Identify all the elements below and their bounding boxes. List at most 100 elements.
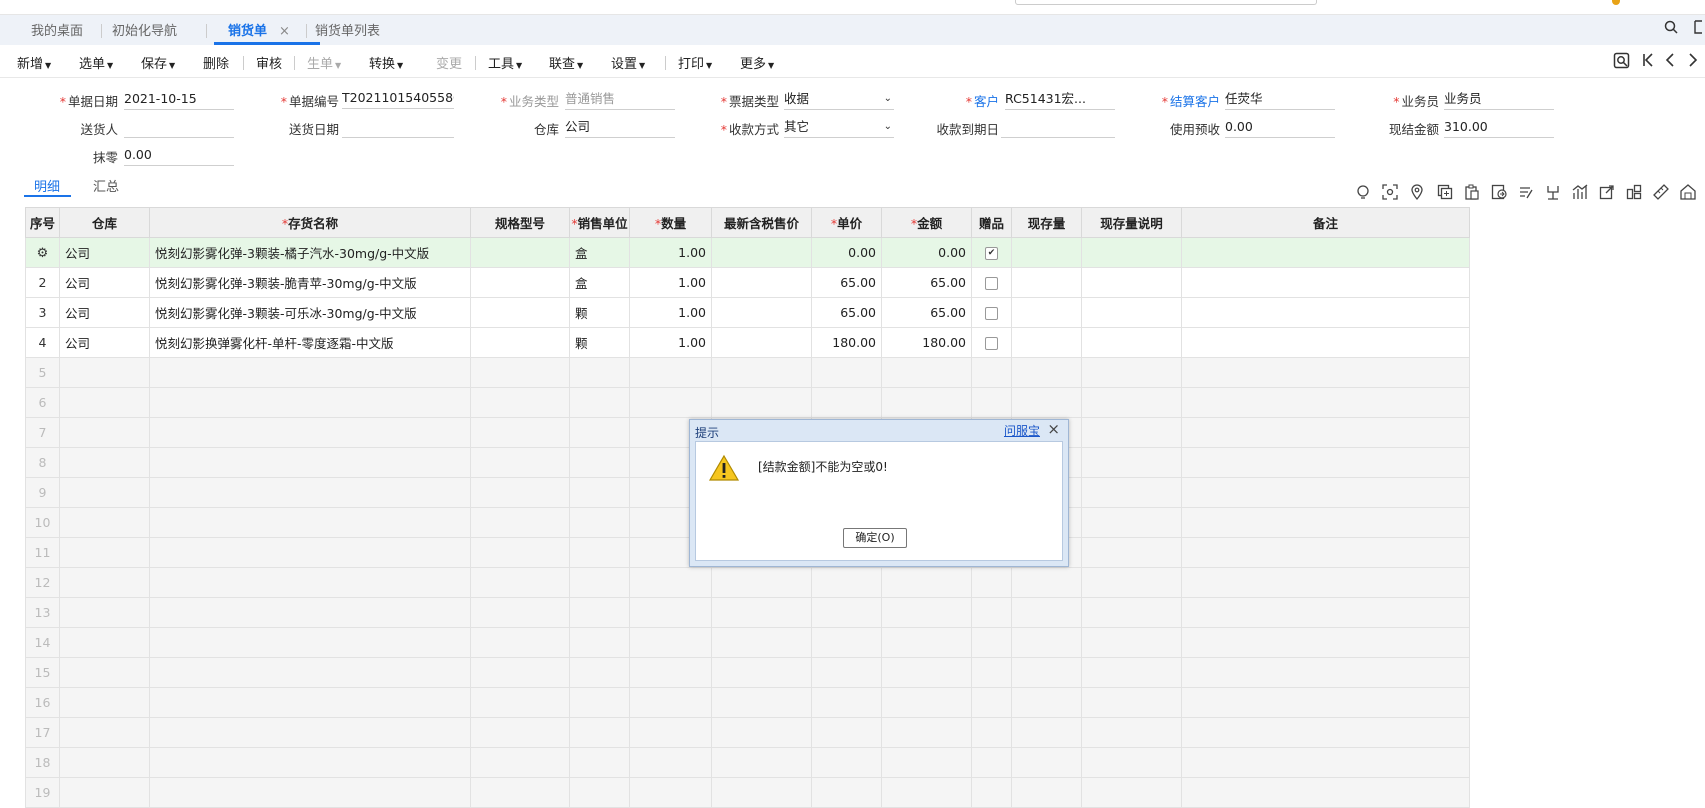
grid-cell-stock[interactable] xyxy=(1011,717,1082,748)
grid-cell-unit[interactable] xyxy=(569,477,630,508)
grid-cell-seq[interactable]: 6 xyxy=(25,387,60,418)
pay-method-select[interactable]: 其它 ⌄ xyxy=(784,119,894,138)
grid-cell-latest-price[interactable] xyxy=(711,717,812,748)
table-row[interactable]: 6 xyxy=(25,387,1470,418)
grid-cell-remark[interactable] xyxy=(1181,687,1470,718)
grid-cell-stock[interactable] xyxy=(1011,687,1082,718)
grid-cell-gift[interactable] xyxy=(971,357,1012,388)
grid-cell-unit[interactable] xyxy=(569,687,630,718)
grid-cell-seq[interactable]: 8 xyxy=(25,447,60,478)
checkbox[interactable] xyxy=(985,337,998,350)
grid-cell-unit[interactable] xyxy=(569,717,630,748)
grid-cell-seq[interactable]: 3 xyxy=(25,297,60,328)
chart-icon[interactable] xyxy=(1572,184,1588,204)
grid-cell-amount[interactable] xyxy=(881,717,972,748)
grid-cell-item-name[interactable] xyxy=(149,687,471,718)
grid-cell-gift[interactable] xyxy=(971,267,1012,298)
grid-cell-stock-note[interactable] xyxy=(1081,417,1182,448)
ruler-icon[interactable] xyxy=(1653,184,1669,204)
grid-cell-quantity[interactable] xyxy=(629,687,712,718)
grid-cell-gift[interactable] xyxy=(971,687,1012,718)
grid-cell-remark[interactable] xyxy=(1181,237,1470,268)
grid-cell-stock[interactable] xyxy=(1011,747,1082,778)
next-icon[interactable] xyxy=(1687,52,1699,72)
grid-cell-unit[interactable] xyxy=(569,627,630,658)
col-stock[interactable]: 现存量 xyxy=(1011,207,1082,238)
grid-cell-stock-note[interactable] xyxy=(1081,447,1182,478)
grid-cell-amount[interactable] xyxy=(881,357,972,388)
grid-cell-latest-price[interactable] xyxy=(711,627,812,658)
grid-cell-spec[interactable] xyxy=(470,777,570,808)
grid-cell-unit[interactable] xyxy=(569,417,630,448)
doc-date-field[interactable]: 2021-10-15 xyxy=(124,91,234,110)
grid-cell-unit[interactable] xyxy=(569,357,630,388)
tools-button[interactable]: 工具 ▼ xyxy=(488,53,522,72)
grid-cell-amount[interactable] xyxy=(881,597,972,628)
grid-cell-warehouse[interactable] xyxy=(59,717,150,748)
grid-cell-latest-price[interactable] xyxy=(711,597,812,628)
grid-cell-unit-price[interactable]: 65.00 xyxy=(811,267,882,298)
grid-cell-spec[interactable] xyxy=(470,477,570,508)
close-icon[interactable]: × xyxy=(279,24,290,39)
grid-cell-quantity[interactable] xyxy=(629,717,712,748)
col-warehouse[interactable]: 仓库 xyxy=(59,207,150,238)
grid-cell-unit-price[interactable] xyxy=(811,747,882,778)
grid-cell-amount[interactable] xyxy=(881,777,972,808)
change-button[interactable]: 变更 xyxy=(436,53,462,72)
generate-button[interactable]: 生单 ▼ xyxy=(307,53,341,72)
global-search-box[interactable] xyxy=(1015,0,1317,5)
grid-cell-remark[interactable] xyxy=(1181,417,1470,448)
grid-cell-warehouse[interactable]: 公司 xyxy=(59,327,150,358)
grid-cell-warehouse[interactable] xyxy=(59,687,150,718)
grid-cell-remark[interactable] xyxy=(1181,777,1470,808)
grid-cell-stock-note[interactable] xyxy=(1081,357,1182,388)
save-button[interactable]: 保存 ▼ xyxy=(141,53,175,72)
grid-cell-remark[interactable] xyxy=(1181,327,1470,358)
grid-cell-stock-note[interactable] xyxy=(1081,657,1182,688)
grid-cell-seq[interactable]: 2 xyxy=(25,267,60,298)
new-button[interactable]: 新增 ▼ xyxy=(17,53,51,72)
preview-icon[interactable] xyxy=(1613,52,1630,73)
grid-cell-unit[interactable] xyxy=(569,387,630,418)
grid-cell-quantity[interactable] xyxy=(629,567,712,598)
grid-cell-warehouse[interactable] xyxy=(59,417,150,448)
grid-cell-remark[interactable] xyxy=(1181,297,1470,328)
grid-cell-unit[interactable] xyxy=(569,537,630,568)
settings-button[interactable]: 设置 ▼ xyxy=(611,53,645,72)
customer-field[interactable]: RC51431宏... xyxy=(1005,91,1115,110)
grid-cell-item-name[interactable] xyxy=(149,507,471,538)
grid-cell-latest-price[interactable] xyxy=(711,237,812,268)
grid-cell-amount[interactable] xyxy=(881,567,972,598)
grid-cell-amount[interactable] xyxy=(881,387,972,418)
ok-button[interactable]: 确定(O) xyxy=(843,528,907,548)
grid-cell-quantity[interactable] xyxy=(629,777,712,808)
more-button[interactable]: 更多 ▼ xyxy=(740,53,774,72)
grid-cell-spec[interactable] xyxy=(470,747,570,778)
tab-init-nav[interactable]: 初始化导航 xyxy=(112,15,177,45)
grid-cell-unit[interactable] xyxy=(569,567,630,598)
deliverer-field[interactable] xyxy=(124,119,234,138)
tab-summary[interactable]: 汇总 xyxy=(93,176,119,195)
grid-cell-stock-note[interactable] xyxy=(1081,777,1182,808)
grid-cell-stock-note[interactable] xyxy=(1081,687,1182,718)
grid-cell-item-name[interactable] xyxy=(149,477,471,508)
grid-cell-unit[interactable] xyxy=(569,777,630,808)
grid-cell-warehouse[interactable] xyxy=(59,537,150,568)
checkbox[interactable] xyxy=(985,307,998,320)
grid-cell-unit[interactable] xyxy=(569,507,630,538)
grid-cell-remark[interactable] xyxy=(1181,537,1470,568)
table-row[interactable]: 13 xyxy=(25,597,1470,628)
grid-cell-spec[interactable] xyxy=(470,387,570,418)
tab-sales-list[interactable]: 销货单列表 xyxy=(315,15,380,45)
warehouse-field[interactable]: 公司 xyxy=(565,119,675,138)
grid-cell-stock-note[interactable] xyxy=(1081,627,1182,658)
grid-cell-spec[interactable] xyxy=(470,327,570,358)
grid-cell-stock-note[interactable] xyxy=(1081,267,1182,298)
grid-cell-quantity[interactable] xyxy=(629,747,712,778)
grid-cell-seq[interactable]: 9 xyxy=(25,477,60,508)
due-date-field[interactable] xyxy=(1001,119,1115,138)
grid-cell-spec[interactable] xyxy=(470,567,570,598)
delivery-date-field[interactable] xyxy=(342,119,454,138)
grid-cell-spec[interactable] xyxy=(470,507,570,538)
grid-cell-item-name[interactable] xyxy=(149,417,471,448)
